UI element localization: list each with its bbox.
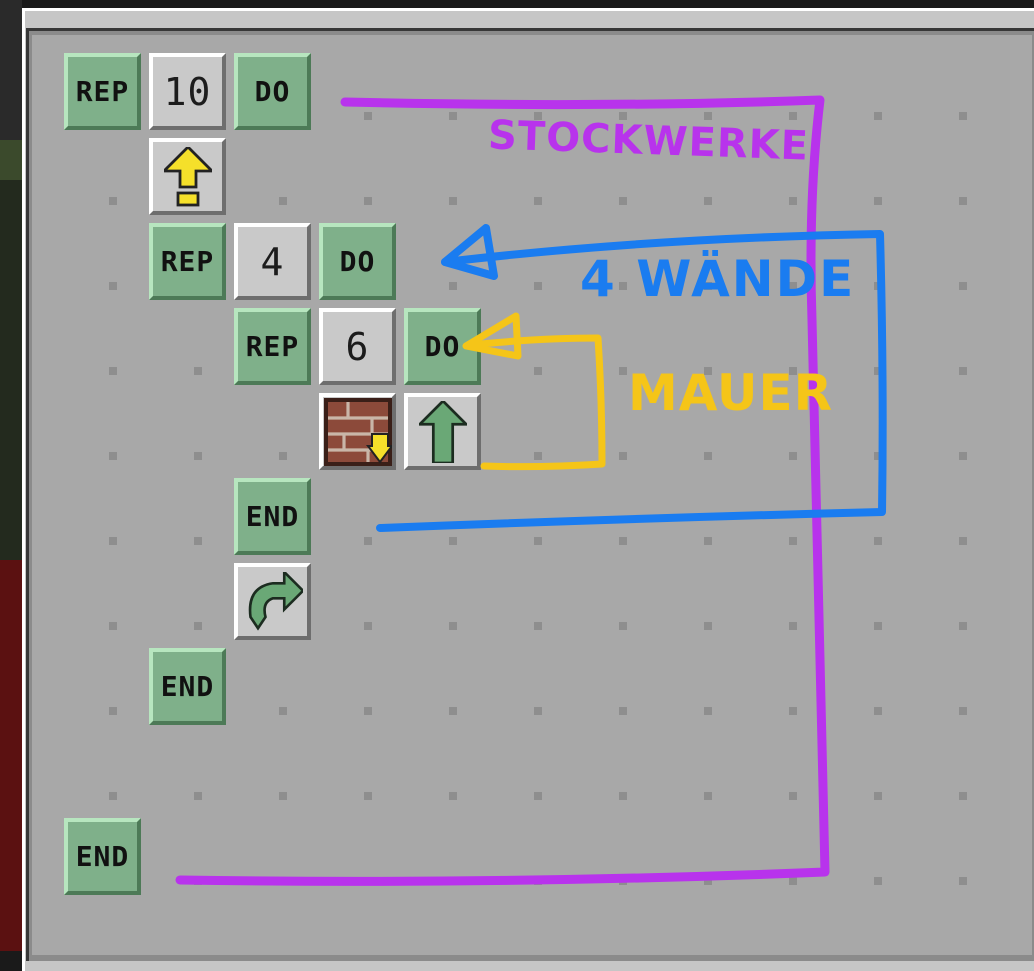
- turn-right-icon[interactable]: [234, 563, 311, 640]
- repeat-block-label: REP: [75, 75, 130, 108]
- move-up-icon[interactable]: [149, 138, 226, 215]
- do-block-label: DO: [254, 75, 291, 108]
- place-brick-icon[interactable]: [319, 393, 396, 470]
- end-block[interactable]: END: [234, 478, 311, 555]
- repeat-block-label: REP: [245, 330, 300, 363]
- repeat-block[interactable]: REP: [234, 308, 311, 385]
- repeat-block[interactable]: REP: [64, 53, 141, 130]
- do-block[interactable]: DO: [234, 53, 311, 130]
- do-block[interactable]: DO: [319, 223, 396, 300]
- walls-annotation: 4 WÄNDE: [580, 250, 856, 308]
- repeat-block[interactable]: REP: [149, 223, 226, 300]
- wall-annotation: MAUER: [628, 364, 834, 422]
- count-value[interactable]: 4: [234, 223, 311, 300]
- end-block[interactable]: END: [64, 818, 141, 895]
- do-block-label: DO: [424, 330, 461, 363]
- count-value[interactable]: 10: [149, 53, 226, 130]
- count-value-label: 6: [345, 324, 370, 369]
- end-block[interactable]: END: [149, 648, 226, 725]
- end-block-label: END: [75, 840, 130, 873]
- count-value-label: 10: [163, 69, 212, 114]
- repeat-block-label: REP: [160, 245, 215, 278]
- count-value-label: 4: [260, 239, 285, 284]
- count-value[interactable]: 6: [319, 308, 396, 385]
- move-forward-icon[interactable]: [404, 393, 481, 470]
- do-block-label: DO: [339, 245, 376, 278]
- do-block[interactable]: DO: [404, 308, 481, 385]
- game-world-background: [0, 0, 22, 951]
- end-block-label: END: [160, 670, 215, 703]
- end-block-label: END: [245, 500, 300, 533]
